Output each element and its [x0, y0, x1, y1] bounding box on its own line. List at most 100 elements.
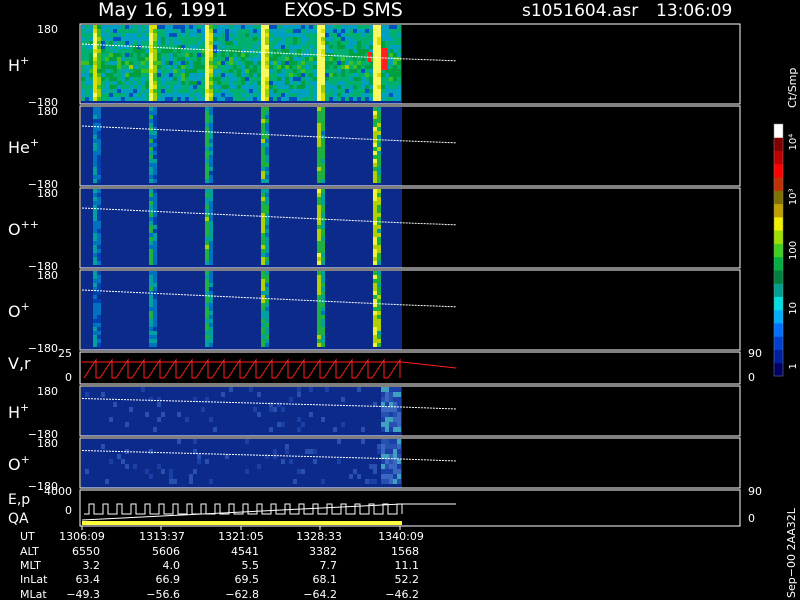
spectrogram-cell: [269, 61, 273, 65]
spectrogram-cell: [245, 97, 249, 101]
spectrogram-cell: [377, 201, 381, 205]
spectrogram-cell: [265, 93, 269, 97]
spectrogram-cell: [297, 85, 301, 89]
spectrogram-cell: [153, 245, 157, 249]
spectrogram-cell: [209, 115, 213, 119]
spectrogram-cell: [353, 89, 357, 93]
spectrogram-cell: [265, 249, 269, 253]
spectrogram-cell: [321, 29, 325, 33]
spectrogram-cell: [317, 81, 321, 85]
spectrogram-cell: [241, 57, 245, 61]
spectrogram-cell: [365, 89, 369, 93]
spectrogram-cell: [121, 81, 125, 85]
spectrogram-cell: [109, 81, 113, 85]
spectrogram-cell: [173, 179, 177, 183]
spectrogram-cell: [113, 69, 117, 73]
spectrogram-cell: [265, 89, 269, 93]
spectrogram-cell: [305, 45, 309, 49]
spectrogram-cell: [193, 33, 197, 37]
spectrogram-cell: [193, 45, 197, 49]
spectrogram-cell: [177, 81, 181, 85]
spectrogram-cell: [321, 201, 325, 205]
spectrogram-cell: [109, 89, 113, 93]
spectrogram-cell: [153, 229, 157, 233]
spectrogram-cell: [209, 335, 213, 339]
spectrogram-cell: [261, 77, 265, 81]
spectrogram-cell: [181, 37, 185, 41]
spectrogram-cell: [377, 229, 381, 233]
spectrogram-cell: [265, 115, 269, 119]
spectrogram-cell: [153, 89, 157, 93]
ephem-cell: 1306:09: [59, 530, 105, 543]
spectrogram-cell: [93, 131, 97, 135]
spectrogram-cell: [209, 245, 213, 249]
spectrogram-cell: [205, 201, 209, 205]
spectrogram-cell: [93, 57, 97, 61]
spectrogram-cell: [81, 241, 85, 245]
spectrogram-cell: [121, 189, 125, 193]
spectrogram-cell: [141, 49, 145, 53]
spectrogram-cell: [169, 73, 173, 77]
spectrogram-cell: [381, 143, 385, 147]
spectrogram-cell: [233, 73, 237, 77]
spectrogram-cell: [285, 97, 289, 101]
spectrogram-cell: [285, 73, 289, 77]
spectrogram-cell: [337, 81, 341, 85]
spectrogram-cell: [145, 49, 149, 53]
spectrogram-cell: [329, 65, 333, 69]
spectrogram-cell: [205, 319, 209, 323]
spectrogram-cell: [385, 459, 389, 464]
spectrogram-cell: [337, 73, 341, 77]
spectrogram-cell: [377, 69, 381, 73]
spectrogram-cell: [197, 37, 201, 41]
spectrogram-cell: [261, 159, 265, 163]
spectrogram-cell: [197, 454, 201, 459]
spectrogram-cell: [317, 261, 321, 265]
spectrogram-cell: [337, 41, 341, 45]
spectrogram-cell: [293, 65, 297, 69]
spectrogram-cell: [189, 69, 193, 73]
spectrogram-cell: [89, 73, 93, 77]
spectrogram-cell: [157, 151, 161, 155]
spectrogram-cell: [241, 33, 245, 37]
spectrogram-cell: [313, 57, 317, 61]
spectrogram-cell: [377, 29, 381, 33]
spectrogram-cell: [381, 449, 385, 454]
spectrogram-cell: [93, 77, 97, 81]
spectrogram-cell: [97, 89, 101, 93]
spectrogram-cell: [385, 392, 389, 397]
spectrogram-cell: [381, 412, 385, 417]
spectrogram-cell: [225, 303, 229, 307]
spectrogram-cell: [265, 315, 269, 319]
spectrogram-cell: [117, 61, 121, 65]
spectrogram-cell: [125, 221, 129, 225]
spectrogram-cell: [153, 135, 157, 139]
spectrogram-cell: [261, 331, 265, 335]
spectrogram-cell: [209, 155, 213, 159]
spectrogram-cell: [121, 61, 125, 65]
spectrogram-cell: [329, 45, 333, 49]
spectrogram-cell: [133, 33, 137, 37]
spectrogram-cell: [317, 241, 321, 245]
spectrogram-cell: [249, 37, 253, 41]
spectrogram-cell: [281, 127, 285, 131]
spectrogram-cell: [357, 387, 361, 392]
spectrogram-cell: [249, 25, 253, 29]
spectrogram-cell: [309, 37, 313, 41]
spectrogram-cell: [93, 217, 97, 221]
spectrogram-cell: [141, 245, 145, 249]
spectrogram-cell: [285, 65, 289, 69]
spectrogram-cell: [345, 41, 349, 45]
spectrogram-cell: [373, 209, 377, 213]
spectrogram-cell: [385, 81, 389, 85]
spectrogram-cell: [149, 159, 153, 163]
spectrogram-cell: [293, 151, 297, 155]
spectrogram-cell: [373, 81, 377, 85]
spectrogram-cell: [253, 407, 257, 412]
spectrogram-cell: [205, 275, 209, 279]
spectrogram-cell: [225, 53, 229, 57]
spectrogram-cell: [97, 65, 101, 69]
spectrogram-cell: [373, 479, 377, 484]
spectrogram-cell: [265, 119, 269, 123]
spectrogram-cell: [325, 65, 329, 69]
